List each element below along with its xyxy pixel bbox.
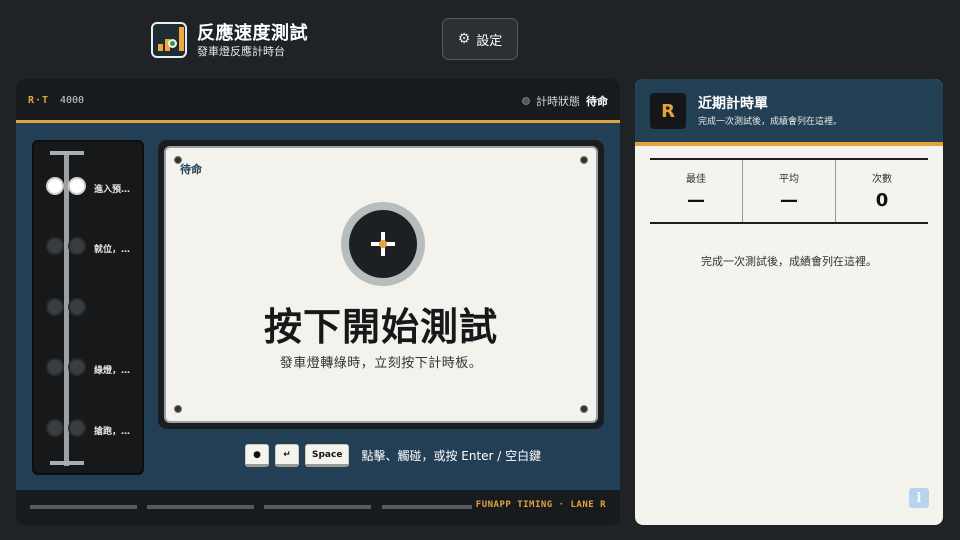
settings-label: 設定	[476, 33, 503, 49]
track-segment	[30, 505, 137, 509]
light-5-right	[68, 419, 86, 437]
light-1-label: 進入預…	[94, 185, 131, 195]
track-segment	[147, 505, 254, 509]
light-4-left	[46, 358, 64, 376]
input-hint-text: 點擊、觸碰，或按 Enter / 空白鍵	[361, 449, 542, 463]
pad-state: 待命	[180, 163, 202, 176]
screw-icon	[580, 156, 588, 164]
light-1-right	[68, 177, 86, 195]
pole-cap-bottom	[50, 461, 84, 465]
history-subtitle: 完成一次測試後，成績會列在這裡。	[698, 117, 843, 127]
app-logo-icon	[151, 22, 187, 58]
stat-value: 0	[875, 190, 889, 211]
light-5-label: 搶跑，…	[94, 427, 131, 437]
console-top-bar: R·T 4000 計時狀態 待命	[16, 79, 620, 123]
enter-key: ↵	[275, 444, 299, 467]
info-icon[interactable]: i	[909, 488, 929, 508]
click-key: ●	[245, 444, 269, 467]
light-2-left	[46, 237, 64, 255]
lane-badge: R	[650, 93, 686, 129]
timing-pad-surface[interactable]: 待命 按下開始測試 發車燈轉綠時，立刻按下計時板。	[164, 146, 598, 423]
settings-button[interactable]: ⚙ 設定	[442, 18, 518, 60]
stat-count: 次數 0	[835, 160, 928, 222]
stat-label: 次數	[872, 174, 892, 185]
status-label: 計時狀態	[536, 95, 580, 108]
history-panel: R 近期計時單 完成一次測試後，成績會列在這裡。 最佳 — 平均 — 次數 0 …	[635, 79, 943, 525]
light-3-left	[46, 298, 64, 316]
pad-title: 按下開始測試	[263, 305, 498, 349]
stat-value: —	[687, 190, 705, 211]
timing-pad[interactable]: 待命 按下開始測試 發車燈轉綠時，立刻按下計時板。	[158, 140, 604, 429]
history-header: R 近期計時單 完成一次測試後，成績會列在這裡。	[635, 79, 943, 146]
stats-summary: 最佳 — 平均 — 次數 0	[650, 158, 928, 224]
gear-icon: ⚙	[457, 31, 471, 47]
space-key: Space	[305, 444, 350, 467]
crosshair-icon	[371, 232, 395, 256]
history-title: 近期計時單	[698, 96, 768, 112]
stat-best: 最佳 —	[650, 160, 742, 222]
timing-console: R·T 4000 計時狀態 待命 進入預… 就位，… 綠燈，… 搶跑，… 待命 …	[16, 79, 620, 525]
console-footer: FUNAPP TIMING · LANE R	[16, 490, 620, 525]
app-subtitle: 發車燈反應計時台	[197, 45, 285, 58]
pad-hint: 發車燈轉綠時，立刻按下計時板。	[279, 356, 483, 371]
app-title: 反應速度測試	[197, 23, 308, 44]
start-lights: 進入預… 就位，… 綠燈，… 搶跑，…	[32, 140, 144, 475]
status-value: 待命	[586, 95, 608, 108]
console-brand: R·T	[28, 95, 50, 106]
screw-icon	[580, 405, 588, 413]
footer-label: FUNAPP TIMING · LANE R	[475, 500, 606, 510]
light-5-left	[46, 419, 64, 437]
stat-average: 平均 —	[742, 160, 835, 222]
stat-label: 最佳	[686, 174, 706, 185]
track-segment	[264, 505, 371, 509]
start-target[interactable]	[341, 202, 425, 286]
timer-status: 計時狀態 待命	[522, 93, 608, 109]
console-model: 4000	[60, 95, 85, 106]
status-indicator-icon	[522, 97, 530, 105]
light-3-right	[68, 298, 86, 316]
light-2-label: 就位，…	[94, 245, 131, 255]
input-hints: ● ↵ Space 點擊、觸碰，或按 Enter / 空白鍵	[245, 444, 541, 467]
light-1-left	[46, 177, 64, 195]
light-2-right	[68, 237, 86, 255]
track-segment	[382, 505, 472, 509]
screw-icon	[174, 405, 182, 413]
stat-label: 平均	[779, 174, 799, 185]
stat-value: —	[780, 190, 798, 211]
light-4-label: 綠燈，…	[94, 366, 131, 376]
light-4-right	[68, 358, 86, 376]
empty-history-message: 完成一次測試後，成績會列在這裡。	[701, 255, 877, 268]
pole-cap-top	[50, 151, 84, 155]
